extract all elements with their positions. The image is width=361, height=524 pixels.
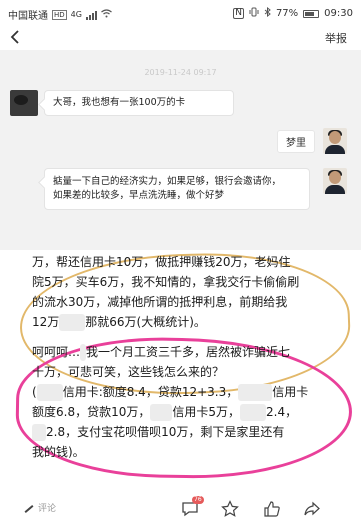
redaction: ... (36, 384, 63, 401)
pen-icon (24, 504, 34, 513)
clock: 09:30 (324, 8, 353, 19)
article-body: 万，帮还信用卡10万，做抵押赚钱20万，老妈住 院5万，买车6万，我不知情的，拿… (0, 248, 361, 494)
signal-icon (85, 10, 97, 20)
message-text: 大哥，我也想有一张100万的卡 (53, 97, 186, 108)
redaction: .. (32, 424, 46, 441)
comment-input[interactable]: 评论 (24, 501, 164, 517)
article-text: ( (32, 385, 37, 399)
article-text: 我一个月工资三千多，居然被诈骗近七 (86, 345, 291, 359)
article-line: 我的钱)。 (32, 445, 85, 459)
article-line: 呵呵呵….我一个月工资三千多，居然被诈骗近七 (32, 344, 290, 361)
message-text: 掂量一下自己的经济实力，如果足够，银行会邀请你， (53, 176, 282, 187)
article-text: 信用卡:额度8.4，贷款12+3.3， (62, 385, 239, 399)
redaction: ... (238, 384, 273, 401)
article-text: 2.4， (266, 405, 298, 419)
article-text: 信用卡 (272, 385, 309, 399)
share-icon[interactable] (302, 499, 322, 519)
article-text: 2.8，支付宝花呗借呗10万，剩下是家里还有 (46, 425, 285, 439)
message-text: 如果差的比较多，早点洗洗睡，做个好梦 (53, 190, 225, 201)
article-line: 的流水30万，减掉他所谓的抵押利息，前期给我 (32, 295, 288, 309)
redaction: ... (59, 314, 86, 331)
chat-bubble-reply: 掂量一下自己的经济实力，如果足够，银行会邀请你， 如果差的比较多，早点洗洗睡，做… (44, 168, 310, 210)
article-line: (...信用卡:额度8.4，贷款12+3.3，...信用卡 (32, 384, 308, 401)
article-text: 那就66万(大概统计)。 (85, 315, 206, 329)
battery-icon (303, 9, 320, 18)
article-text: 12万 (32, 315, 60, 329)
article-text: 呵呵呵… (32, 345, 81, 359)
bluetooth-icon (264, 6, 271, 20)
carrier-label: 中国联通 (8, 11, 48, 22)
article-line: 额度6.8，贷款10万，...信用卡5万，...2.4， (32, 404, 297, 421)
sender-name: 梦里 (277, 129, 315, 153)
nfc-icon: N (233, 8, 244, 19)
avatar (323, 168, 347, 194)
chat-timestamp: 2019-11-24 09:17 (144, 68, 217, 77)
redaction: ... (240, 404, 266, 421)
article-line: 12万...那就66万(大概统计)。 (32, 314, 206, 331)
avatar (323, 128, 347, 154)
redaction: ... (150, 404, 173, 421)
article-text: 信用卡5万， (172, 405, 240, 419)
like-icon[interactable] (262, 499, 282, 519)
comment-icon[interactable]: 76 (180, 496, 204, 519)
vibrate-icon (249, 7, 259, 20)
battery-percent: 77% (275, 8, 299, 19)
status-bar: 中国联通 HD 4G N 77% 09:30 (0, 0, 361, 26)
network-type: 4G (70, 10, 82, 19)
star-icon[interactable] (220, 499, 240, 519)
article-line: 院5万，买车6万，我不知情的，拿我交行卡偷偷刷 (32, 275, 300, 289)
article-line: ..2.8，支付宝花呗借呗10万，剩下是家里还有 (32, 424, 284, 441)
comment-count: 76 (192, 496, 204, 504)
chevron-left-icon[interactable] (8, 28, 28, 48)
nav-bar: 举报 (0, 26, 361, 50)
comment-placeholder: 评论 (38, 504, 57, 514)
article-text: 额度6.8，贷款10万， (32, 405, 151, 419)
hd-badge: HD (52, 9, 67, 20)
report-button[interactable]: 举报 (325, 30, 347, 46)
action-bar: 评论 76 (0, 494, 361, 524)
chat-bubble-incoming: 大哥，我也想有一张100万的卡 (44, 90, 234, 116)
avatar (10, 90, 38, 116)
sender-row: 梦里 (277, 128, 347, 154)
article-line: 十万，可悲可笑，这些钱怎么来的？ (32, 365, 225, 379)
article-line: 万，帮还信用卡10万，做抵押赚钱20万，老妈住 (32, 255, 291, 269)
post-content: 2019-11-24 09:17 大哥，我也想有一张100万的卡 梦里 掂量一下… (0, 50, 361, 494)
wifi-icon (101, 8, 112, 21)
